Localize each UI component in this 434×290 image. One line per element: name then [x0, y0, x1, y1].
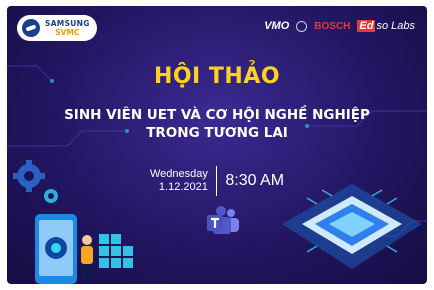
edso-prefix: Ed: [357, 20, 376, 32]
gear-icon: [13, 160, 45, 192]
subtitle-line-2: TRONG TƯƠNG LAI: [146, 125, 288, 141]
event-day: Wednesday: [149, 168, 208, 180]
samsung-svmc-logo: SAMSUNG SVMC: [17, 15, 97, 41]
edso-labs-logo: Ed so Labs: [357, 20, 415, 32]
subtitle-line-1: SINH VIÊN UET VÀ CƠ HỘI NGHỀ NGHIỆP: [64, 107, 370, 123]
bosch-logo: BOSCH: [314, 20, 351, 32]
vmo-logo: VMO: [264, 20, 290, 32]
event-subtitle: SINH VIÊN UET VÀ CƠ HỘI NGHỀ NGHIỆP TRON…: [27, 106, 407, 142]
edso-suffix: so Labs: [376, 20, 415, 32]
event-time: 8:30 AM: [225, 172, 285, 189]
left-illustration: [13, 160, 133, 284]
person-illustration: [81, 235, 93, 282]
partner-logos: VMO BOSCH Ed so Labs: [264, 18, 415, 34]
teams-icon: [207, 206, 239, 234]
chip-icon: [282, 184, 422, 269]
samsung-label: SAMSUNG: [45, 19, 90, 28]
event-banner: SAMSUNG SVMC VMO BOSCH Ed so Labs HỘI THẢ…: [7, 6, 427, 284]
event-date-value: 1.12.2021: [158, 181, 208, 193]
small-gear-icon: [44, 189, 58, 203]
event-title: HỘI THẢO: [153, 64, 281, 89]
svmc-label: SVMC: [55, 28, 80, 37]
samsung-logo-icon: [22, 19, 40, 37]
schedule-divider: [215, 166, 218, 196]
bosch-logo-icon: [296, 20, 308, 32]
building-blocks: [99, 234, 133, 268]
event-date: Wednesday 1.12.2021: [150, 168, 208, 194]
